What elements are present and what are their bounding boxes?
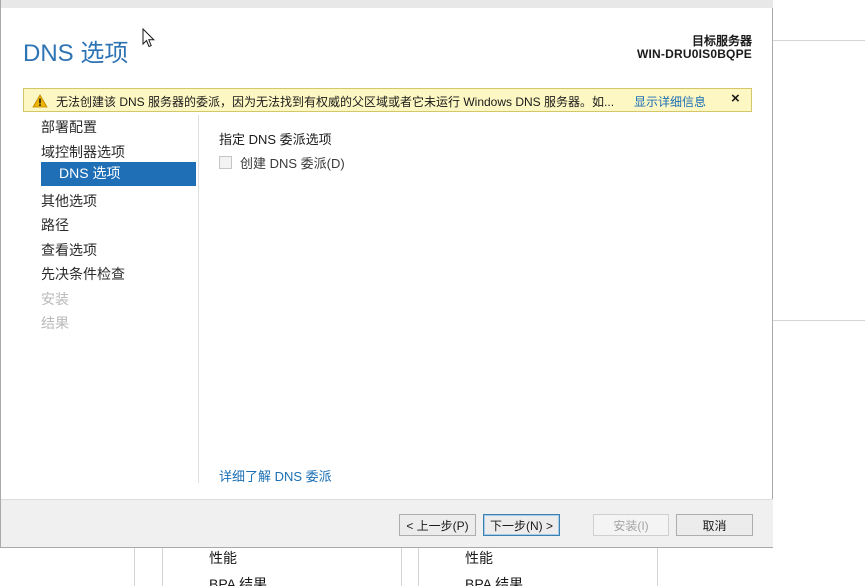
next-button[interactable]: 下一步(N) >: [483, 514, 560, 536]
warning-message: 无法创建该 DNS 服务器的委派，因为无法找到有权威的父区域或者它未运行 Win…: [56, 95, 615, 109]
target-server-name: WIN-DRU0IS0BQPE: [636, 47, 752, 61]
background-divider: [773, 40, 865, 41]
create-dns-delegation-option[interactable]: 创建 DNS 委派(D): [219, 153, 345, 172]
nav-item-deployment-config[interactable]: 部署配置: [41, 117, 97, 137]
tile-row-bpa[interactable]: BPA 结果: [465, 574, 523, 586]
create-dns-delegation-checkbox[interactable]: [219, 156, 232, 169]
nav-item-install: 安装: [41, 291, 69, 307]
nav-item-dns-options[interactable]: DNS 选项: [41, 162, 196, 186]
nav-item-review-options[interactable]: 查看选项: [41, 240, 97, 260]
previous-button[interactable]: < 上一步(P): [399, 514, 476, 536]
warning-banner: 无法创建该 DNS 服务器的委派，因为无法找到有权威的父区域或者它未运行 Win…: [23, 88, 752, 112]
screen: 性能 BPA 结果 性能 BPA 结果 DNS 选项 目标服务器 WIN-DRU…: [0, 0, 865, 586]
learn-more-dns-delegation-link[interactable]: 详细了解 DNS 委派: [219, 466, 332, 485]
nav-item-paths[interactable]: 路径: [41, 215, 69, 235]
warning-icon: [32, 94, 48, 108]
page-title: DNS 选项: [23, 40, 129, 67]
nav-item-dc-options[interactable]: 域控制器选项: [41, 142, 125, 162]
cancel-button[interactable]: 取消: [676, 514, 753, 536]
show-details-link[interactable]: 显示详细信息: [634, 93, 706, 110]
background-divider: [773, 320, 865, 321]
close-icon[interactable]: ×: [731, 90, 740, 107]
nav-item-results: 结果: [41, 315, 69, 331]
mouse-cursor-icon: [142, 28, 156, 48]
wizard-footer: < 上一步(P) 下一步(N) > 安装(I) 取消: [1, 499, 773, 547]
nav-item-additional-options[interactable]: 其他选项: [41, 191, 97, 211]
window-top-strip: [1, 0, 773, 8]
background-divider: [134, 548, 135, 586]
background-tile: 性能 BPA 结果: [418, 548, 658, 586]
background-tile: 性能 BPA 结果: [162, 548, 402, 586]
install-button: 安装(I): [593, 514, 669, 536]
nav-item-prerequisites-check[interactable]: 先决条件检查: [41, 264, 125, 284]
dns-options-wizard: DNS 选项 目标服务器 WIN-DRU0IS0BQPE 无法创建该 DNS 服…: [0, 0, 773, 548]
tile-row-performance[interactable]: 性能: [465, 548, 493, 568]
section-label: 指定 DNS 委派选项: [219, 132, 332, 147]
create-dns-delegation-label: 创建 DNS 委派(D): [240, 156, 345, 171]
nav-divider: [198, 115, 199, 483]
tile-row-bpa[interactable]: BPA 结果: [209, 574, 267, 586]
tile-row-performance[interactable]: 性能: [209, 548, 237, 568]
